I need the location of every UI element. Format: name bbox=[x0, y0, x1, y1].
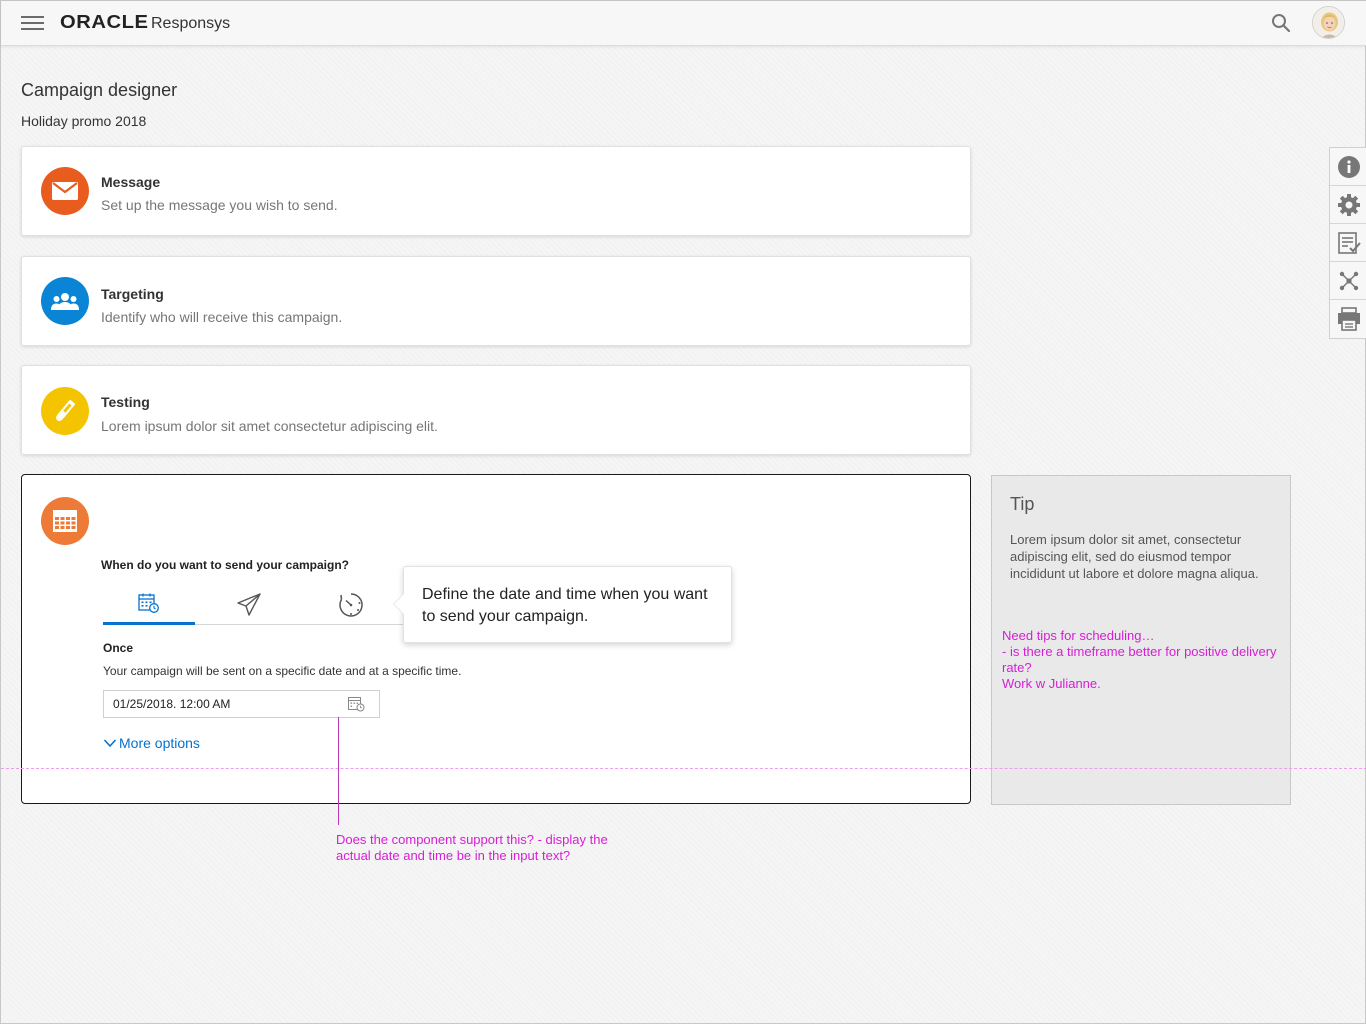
product-name: Responsys bbox=[151, 15, 231, 32]
help-tooltip: Define the date and time when you want t… bbox=[403, 566, 732, 643]
network-button[interactable] bbox=[1330, 262, 1366, 300]
schedule-question: When do you want to send your campaign? bbox=[101, 558, 350, 572]
top-bar: ORACLE Responsys bbox=[1, 1, 1366, 46]
print-icon bbox=[1337, 307, 1360, 331]
timer-icon bbox=[339, 592, 363, 617]
chevron-down-icon bbox=[103, 739, 117, 748]
checklist-icon bbox=[1337, 231, 1361, 254]
tip-note-line: Need tips for scheduling… bbox=[1002, 628, 1155, 643]
user-avatar[interactable] bbox=[1312, 6, 1345, 39]
print-button[interactable] bbox=[1330, 300, 1366, 338]
checklist-button[interactable] bbox=[1330, 224, 1366, 262]
group-icon bbox=[41, 277, 89, 325]
info-icon bbox=[1337, 155, 1360, 178]
tip-note-line: - is there a timeframe better for positi… bbox=[1002, 644, 1277, 675]
more-options-label: More options bbox=[119, 735, 200, 751]
more-options-link[interactable]: More options bbox=[103, 735, 200, 751]
schedule-mode-description: Your campaign will be sent on a specific… bbox=[103, 664, 462, 678]
envelope-icon bbox=[41, 167, 89, 215]
annotation-connector bbox=[338, 717, 339, 825]
side-toolbar bbox=[1329, 147, 1366, 339]
gear-icon bbox=[1337, 193, 1360, 216]
send-date-input[interactable] bbox=[103, 690, 380, 718]
tab-send-now[interactable] bbox=[203, 584, 295, 625]
search-icon[interactable] bbox=[1270, 12, 1292, 34]
targeting-step-title: Targeting bbox=[101, 286, 164, 302]
menu-icon[interactable] bbox=[21, 16, 44, 30]
targeting-step-description: Identify who will receive this campaign. bbox=[101, 309, 343, 325]
calendar-clock-icon bbox=[138, 593, 159, 613]
tab-recurring[interactable] bbox=[305, 584, 397, 625]
info-button[interactable] bbox=[1330, 148, 1366, 186]
paper-plane-icon bbox=[237, 592, 261, 616]
tab-specific-date[interactable] bbox=[103, 584, 195, 625]
tip-review-note: Need tips for scheduling… - is there a t… bbox=[1002, 628, 1287, 692]
message-step-card[interactable]: Message Set up the message you wish to s… bbox=[21, 146, 971, 236]
tip-panel: Tip Lorem ipsum dolor sit amet, consecte… bbox=[991, 475, 1291, 805]
message-step-title: Message bbox=[101, 174, 161, 190]
targeting-step-card[interactable]: Targeting Identify who will receive this… bbox=[21, 256, 971, 346]
schedule-mode-title: Once bbox=[103, 641, 134, 655]
tip-body: Lorem ipsum dolor sit amet, consectetur … bbox=[1010, 532, 1259, 581]
testing-step-title: Testing bbox=[101, 394, 150, 410]
test-tube-icon bbox=[41, 387, 89, 435]
testing-step-card[interactable]: Testing Lorem ipsum dolor sit amet conse… bbox=[21, 365, 971, 455]
tip-note-line: Work w Julianne. bbox=[1002, 676, 1101, 691]
schedule-type-tabs bbox=[103, 584, 403, 625]
date-picker-icon[interactable] bbox=[348, 696, 365, 712]
tooltip-text: Define the date and time when you want t… bbox=[422, 586, 708, 625]
guide-line bbox=[1, 768, 1366, 769]
testing-step-description: Lorem ipsum dolor sit amet consectetur a… bbox=[101, 418, 438, 434]
settings-button[interactable] bbox=[1330, 186, 1366, 224]
tip-title: Tip bbox=[1010, 494, 1035, 514]
review-annotation: Does the component support this? - displ… bbox=[336, 832, 608, 863]
message-step-description: Set up the message you wish to send. bbox=[101, 197, 338, 213]
network-icon bbox=[1339, 271, 1358, 290]
page-title: Campaign designer bbox=[21, 80, 178, 100]
oracle-logo-text: ORACLE bbox=[60, 12, 149, 32]
brand-logo[interactable]: ORACLE Responsys bbox=[60, 12, 230, 33]
campaign-name: Holiday promo 2018 bbox=[21, 113, 147, 129]
calendar-grid-icon bbox=[41, 497, 89, 545]
